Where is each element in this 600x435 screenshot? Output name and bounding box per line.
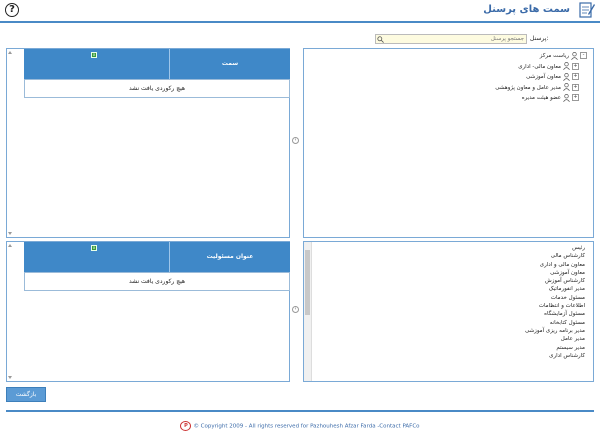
scroll-down-arrow[interactable] xyxy=(8,376,12,379)
list-item[interactable]: کارشناس مالی xyxy=(525,252,585,260)
edit-document-icon xyxy=(579,2,595,18)
list-item[interactable]: مدیر انفورماتیک xyxy=(525,285,585,293)
scrollbar[interactable] xyxy=(304,242,312,381)
list-item[interactable]: مدیر عامل xyxy=(525,335,585,343)
list-item[interactable]: مدیر سیستم xyxy=(525,344,585,352)
list-item[interactable]: معاون آموزشی xyxy=(525,269,585,277)
personnel-search-input[interactable] xyxy=(386,35,524,43)
positions-list: رئیس کارشناس مالی معاون مالی و اداری معا… xyxy=(525,244,585,360)
grid-header: x عنوان مسئولیت xyxy=(24,242,290,272)
list-item[interactable]: اطلاعات و انتظامات xyxy=(525,302,585,310)
grid-header: x سمت xyxy=(24,49,290,79)
column-header-responsibility[interactable]: عنوان مسئولیت xyxy=(170,242,290,272)
list-item[interactable]: رئیس xyxy=(525,244,585,252)
expand-icon[interactable]: + xyxy=(572,73,579,80)
expand-icon[interactable]: + xyxy=(572,62,579,70)
person-icon xyxy=(563,83,570,91)
collapse-icon[interactable]: - xyxy=(580,52,587,59)
tree-node[interactable]: + معاون مالی- اداری xyxy=(495,62,579,73)
list-item[interactable]: معاون مالی و اداری xyxy=(525,261,585,269)
list-item[interactable]: مسئول خدمات xyxy=(525,294,585,302)
grid-empty-message: هیچ رکوردی یافت نشد xyxy=(24,272,290,291)
scroll-down-arrow[interactable] xyxy=(8,232,12,235)
responsibilities-grid-panel: x عنوان مسئولیت هیچ رکوردی یافت نشد xyxy=(6,241,290,382)
list-item[interactable]: مسئول آزمایشگاه xyxy=(525,310,585,318)
footer-divider xyxy=(6,410,594,412)
tree-node[interactable]: + عضو هیئت مدیره xyxy=(495,93,579,104)
tree-node-label[interactable]: معاون مالی- اداری xyxy=(518,64,561,70)
list-item[interactable]: کارشناس اداری xyxy=(525,352,585,360)
search-icon[interactable] xyxy=(377,36,384,43)
copyright-text[interactable]: © Copyright 2009 - All rights reserved f… xyxy=(193,424,419,430)
tree-node-root[interactable]: - ریاست مرکز xyxy=(495,51,587,62)
tree-node-label[interactable]: عضو هیئت مدیره xyxy=(522,95,561,101)
scrollbar-thumb[interactable] xyxy=(305,250,310,315)
positions-list-panel: رئیس کارشناس مالی معاون مالی و اداری معا… xyxy=(303,241,594,382)
scroll-up-arrow[interactable] xyxy=(8,244,12,247)
list-item[interactable]: کارشناس آموزش xyxy=(525,277,585,285)
person-icon xyxy=(563,72,570,81)
page-title: سمت های پرسنل xyxy=(483,4,570,15)
page-header: ? سمت های پرسنل xyxy=(0,0,600,22)
expand-icon[interactable]: + xyxy=(572,94,579,101)
person-icon xyxy=(563,62,570,70)
list-item[interactable]: مسئول کتابخانه xyxy=(525,319,585,327)
org-tree: - ریاست مرکز + معاون مالی- اداری + معاون آم… xyxy=(495,51,587,104)
move-left-button[interactable]: ‹ xyxy=(292,137,299,144)
person-icon xyxy=(563,93,570,102)
footer: P © Copyright 2009 - All rights reserved … xyxy=(0,421,600,433)
excel-export-icon[interactable]: x xyxy=(91,245,97,251)
tree-node[interactable]: + معاون آموزشی xyxy=(495,72,579,83)
person-icon xyxy=(571,51,578,60)
personnel-search-label: پرسنل: xyxy=(530,35,549,42)
pafco-logo: P xyxy=(180,421,192,431)
tree-node-label[interactable]: معاون آموزشی xyxy=(526,74,561,80)
column-header-position[interactable]: سمت xyxy=(170,49,290,79)
org-tree-panel: - ریاست مرکز + معاون مالی- اداری + معاون آم… xyxy=(303,48,594,238)
grid-empty-message: هیچ رکوردی یافت نشد xyxy=(24,79,290,98)
tree-node-label[interactable]: مدیر عامل و معاون پژوهشی xyxy=(495,85,561,91)
tree-node-label[interactable]: ریاست مرکز xyxy=(540,53,569,59)
header-divider xyxy=(0,21,600,23)
return-button[interactable]: بازگشت xyxy=(6,387,46,402)
expand-icon[interactable]: + xyxy=(572,83,579,91)
personnel-search-box[interactable] xyxy=(375,34,527,44)
excel-export-icon[interactable]: x xyxy=(91,52,97,58)
list-item[interactable]: مدیر برنامه ریزی آموزشی xyxy=(525,327,585,335)
scroll-up-arrow[interactable] xyxy=(8,51,12,54)
tree-node[interactable]: + مدیر عامل و معاون پژوهشی xyxy=(495,83,579,94)
move-left-button[interactable]: ‹ xyxy=(292,306,299,313)
help-icon[interactable]: ? xyxy=(5,3,19,17)
positions-grid-panel: x سمت هیچ رکوردی یافت نشد xyxy=(6,48,290,238)
